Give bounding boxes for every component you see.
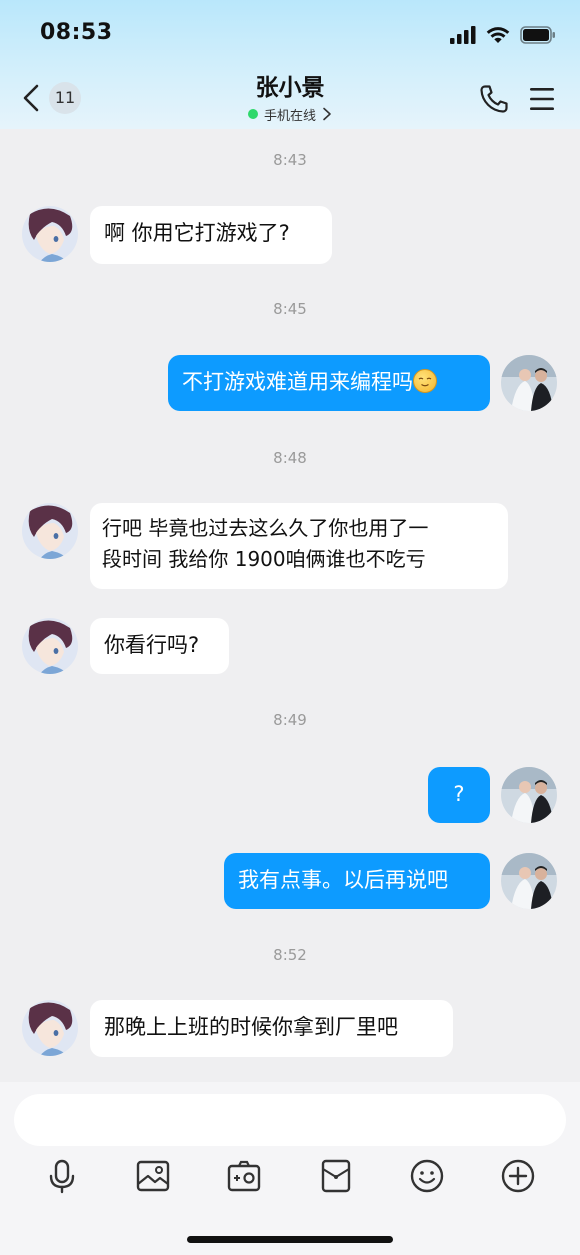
signal-icon <box>450 26 476 44</box>
contact-avatar[interactable] <box>22 618 78 674</box>
timestamp: 8:52 <box>273 946 307 964</box>
incoming-message-bubble[interactable]: 啊 你用它打游戏了? <box>90 206 332 264</box>
message-text-line: 段时间 我给你 1900咱俩谁也不吃亏 <box>102 547 426 571</box>
chat-header: 08:53 11 张小景 手机在线 <box>0 0 580 129</box>
message-text: 啊 你用它打游戏了? <box>104 221 290 245</box>
message-input[interactable] <box>14 1094 566 1146</box>
message-text: 我有点事。以后再说吧 <box>238 868 448 892</box>
incoming-message-bubble[interactable]: 那晚上上班的时候你拿到厂里吧 <box>90 1000 453 1057</box>
outgoing-message-bubble[interactable]: 不打游戏难道用来编程吗 <box>168 355 490 411</box>
image-icon[interactable] <box>135 1158 171 1194</box>
message-text: 那晚上上班的时候你拿到厂里吧 <box>104 1015 398 1039</box>
message-text: 你看行吗? <box>104 633 200 657</box>
menu-icon[interactable] <box>528 86 556 112</box>
my-avatar[interactable] <box>501 767 557 823</box>
contact-avatar[interactable] <box>22 206 78 262</box>
online-status-text: 手机在线 <box>263 108 316 124</box>
relieved-face-emoji-icon <box>413 369 437 393</box>
online-dot-icon <box>247 109 258 119</box>
contact-avatar[interactable] <box>22 1000 78 1056</box>
contact-avatar[interactable] <box>22 503 78 559</box>
status-bar-icons <box>450 24 556 46</box>
message-text: 不打游戏难道用来编程吗 <box>182 370 413 394</box>
phone-call-icon[interactable] <box>478 83 510 115</box>
camera-icon[interactable] <box>226 1158 262 1194</box>
home-indicator[interactable] <box>187 1236 393 1243</box>
emoji-icon[interactable] <box>409 1158 445 1194</box>
incoming-message-bubble[interactable]: 行吧 毕竟也过去这么久了你也用了一 段时间 我给你 1900咱俩谁也不吃亏 <box>90 503 508 589</box>
timestamp: 8:49 <box>273 711 307 729</box>
plus-icon[interactable] <box>500 1158 536 1194</box>
wifi-icon <box>486 27 510 43</box>
battery-icon <box>520 26 555 44</box>
timestamp: 8:43 <box>273 151 307 169</box>
my-avatar[interactable] <box>501 355 557 411</box>
outgoing-message-bubble[interactable]: ? <box>428 767 490 823</box>
message-text-line: 行吧 毕竟也过去这么久了你也用了一 <box>102 516 429 540</box>
red-packet-icon[interactable] <box>318 1158 354 1194</box>
microphone-icon[interactable] <box>44 1158 80 1194</box>
timestamp: 8:48 <box>273 449 307 467</box>
timestamp: 8:45 <box>273 300 307 318</box>
incoming-message-bubble[interactable]: 你看行吗? <box>90 618 229 674</box>
message-text: ? <box>453 782 465 806</box>
my-avatar[interactable] <box>501 853 557 909</box>
status-bar-time: 08:53 <box>40 20 113 45</box>
chevron-right-icon <box>323 107 331 121</box>
outgoing-message-bubble[interactable]: 我有点事。以后再说吧 <box>224 853 490 909</box>
